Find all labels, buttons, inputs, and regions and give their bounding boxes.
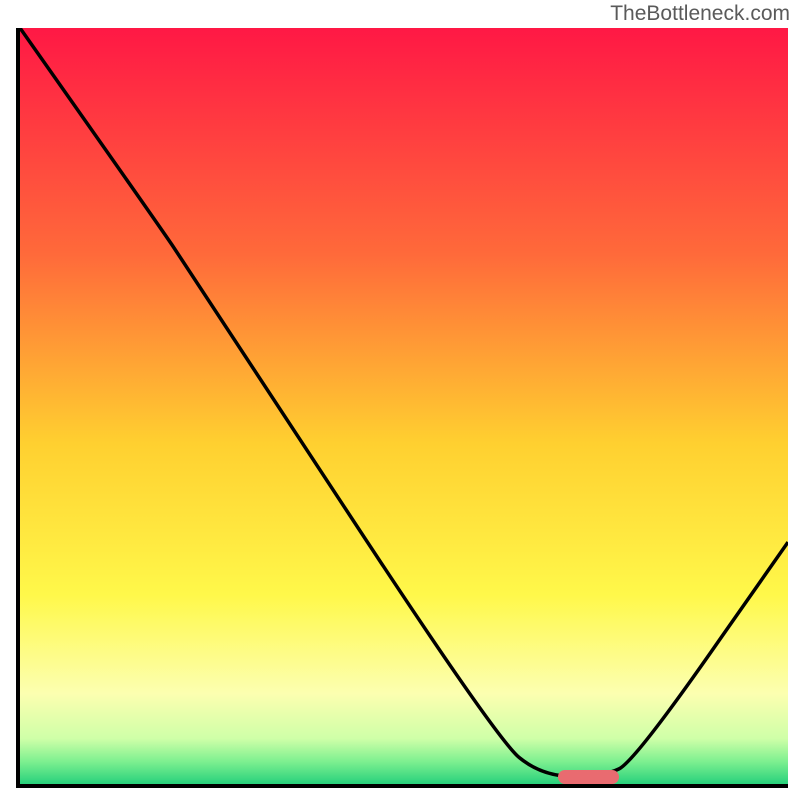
bottleneck-curve <box>20 28 788 784</box>
bottleneck-chart: TheBottleneck.com <box>0 0 800 800</box>
watermark-text: TheBottleneck.com <box>610 2 790 26</box>
optimal-range-marker <box>558 770 619 784</box>
plot-area <box>16 28 788 788</box>
